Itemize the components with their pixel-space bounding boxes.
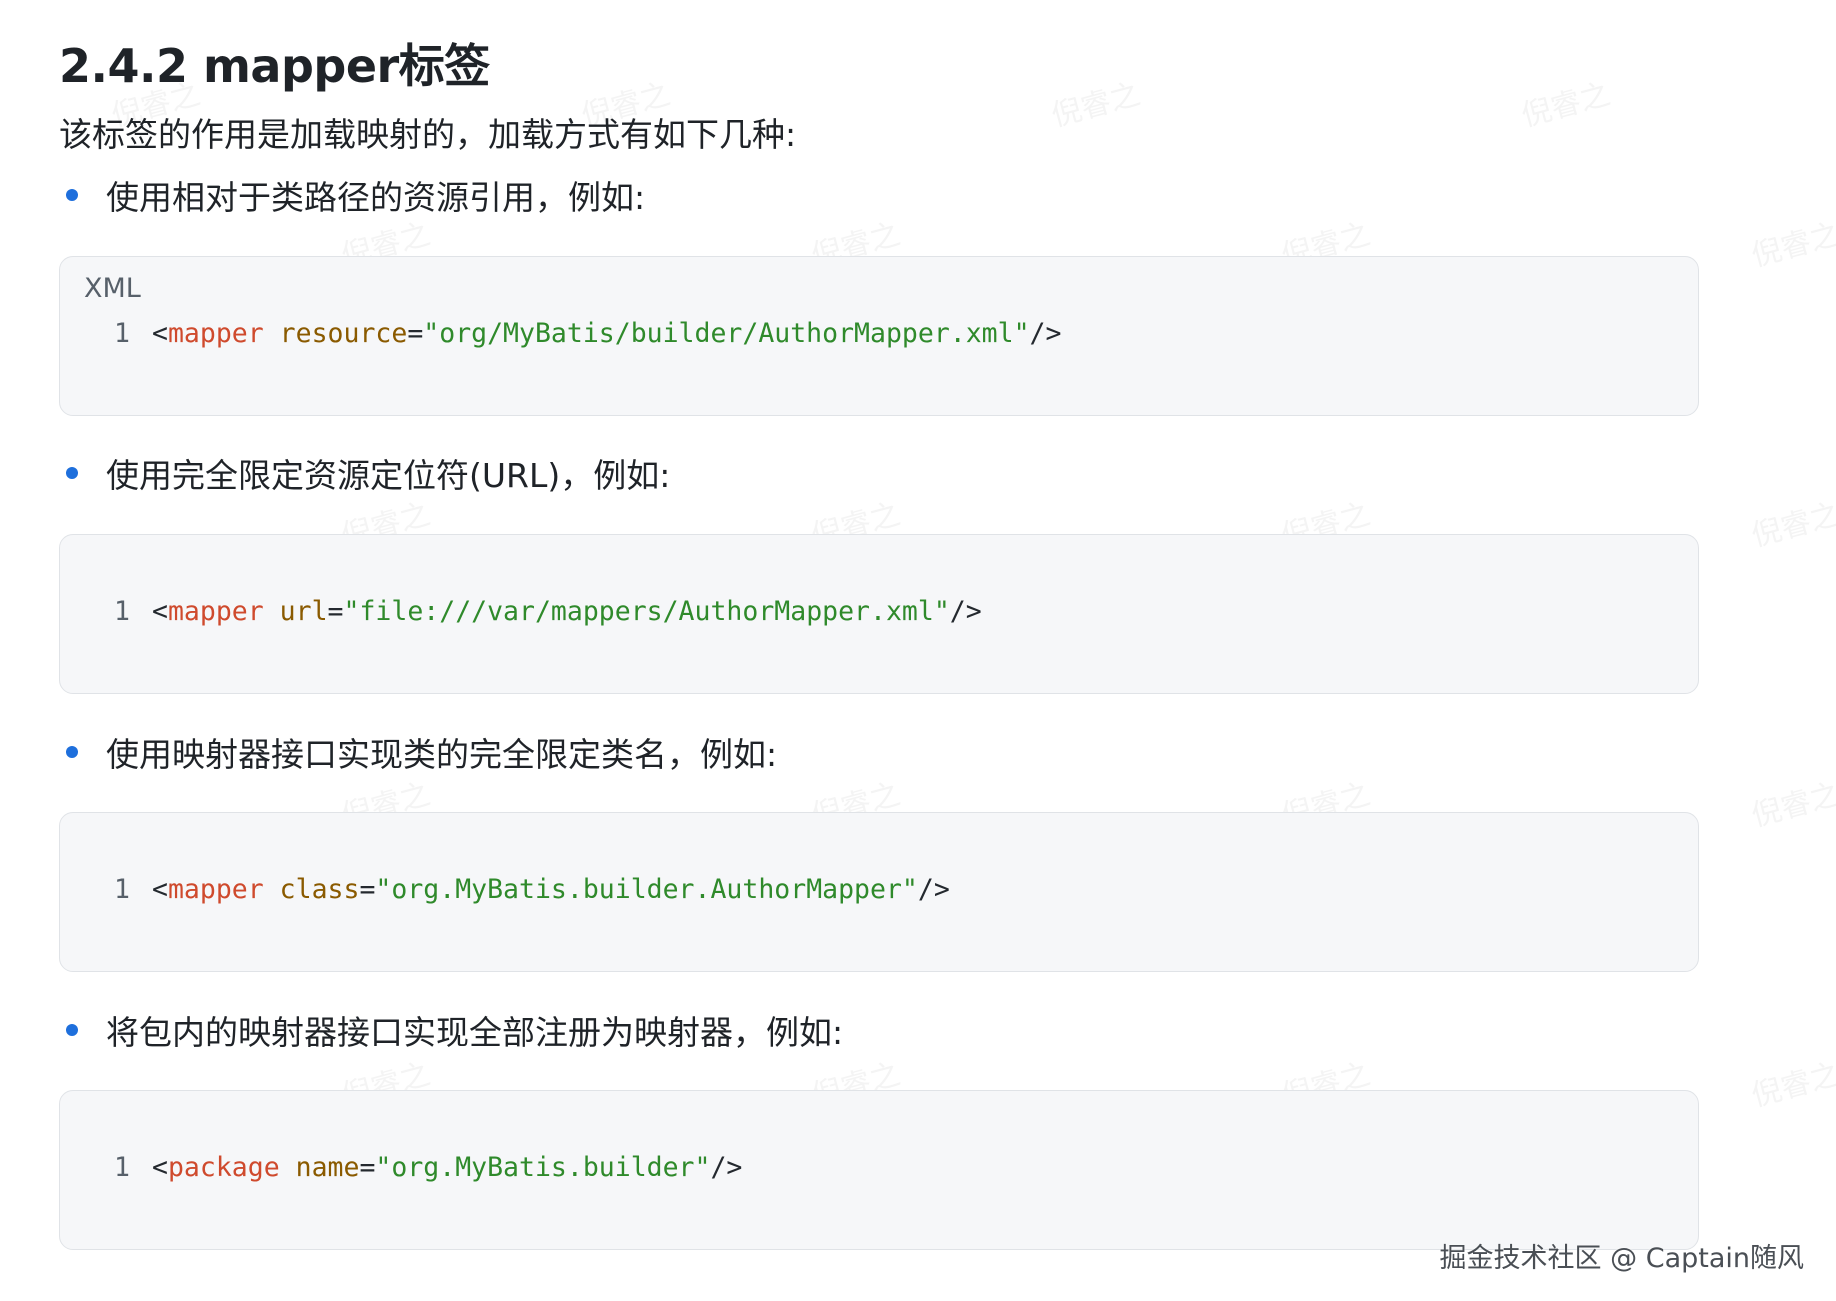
- list-item: 使用映射器接口实现类的完全限定类名，例如:: [59, 727, 777, 777]
- code-string: "org.MyBatis.builder.AuthorMapper": [375, 873, 918, 905]
- source-attribution: 掘金技术社区 @ Captain随风: [1439, 1243, 1804, 1274]
- code-attribute: class: [279, 873, 360, 905]
- bullet-icon: [66, 746, 78, 758]
- list-item: 使用完全限定资源定位符(URL)，例如:: [59, 448, 670, 498]
- code-block[interactable]: XML 1 < mapper resource = "org/MyBatis/build…: [59, 256, 1699, 416]
- watermark-text: 倪睿之: [1747, 1056, 1836, 1114]
- code-punctuation: =: [359, 873, 376, 905]
- watermark-text: 倪睿之: [1517, 76, 1614, 134]
- code-string: "org/MyBatis/builder/AuthorMapper.xml": [423, 317, 1030, 349]
- code-block[interactable]: 1 < mapper url = "file:///var/mappers/Author…: [59, 534, 1699, 694]
- code-punctuation: <: [152, 595, 168, 627]
- code-attribute: name: [295, 1151, 360, 1183]
- list-item-text: 使用相对于类路径的资源引用，例如:: [106, 178, 646, 217]
- list-item-text: 使用映射器接口实现类的完全限定类名，例如:: [106, 735, 778, 774]
- code-punctuation: />: [949, 595, 982, 627]
- code-line: 1 < mapper resource = "org/MyBatis/builder/A…: [60, 313, 1061, 353]
- bullet-icon: [66, 467, 78, 479]
- code-tag: package: [167, 1151, 280, 1183]
- bullet-icon: [66, 189, 78, 201]
- code-line: 1 < mapper class = "org.MyBatis.builder.Auth…: [60, 869, 950, 909]
- code-punctuation: =: [407, 317, 424, 349]
- watermark-text: 倪睿之: [1747, 776, 1836, 834]
- list-item: 将包内的映射器接口实现全部注册为映射器，例如:: [59, 1005, 843, 1055]
- code-language-label: XML: [84, 273, 141, 304]
- code-punctuation: =: [359, 1151, 376, 1183]
- code-tag: mapper: [167, 873, 264, 905]
- code-punctuation: />: [917, 873, 950, 905]
- code-block[interactable]: 1 < mapper class = "org.MyBatis.builder.Auth…: [59, 812, 1699, 972]
- code-block[interactable]: 1 < package name = "org.MyBatis.builder"/>: [59, 1090, 1699, 1250]
- line-number: 1: [114, 595, 130, 627]
- line-number: 1: [114, 873, 130, 905]
- line-number: 1: [114, 317, 130, 349]
- watermark-text: 倪睿之: [1747, 216, 1836, 274]
- code-punctuation: <: [152, 1151, 168, 1183]
- watermark-text: 倪睿之: [1747, 496, 1836, 554]
- line-number: 1: [114, 1151, 130, 1183]
- code-punctuation: <: [152, 873, 168, 905]
- code-tag: mapper: [167, 317, 264, 349]
- intro-paragraph: 该标签的作用是加载映射的，加载方式有如下几种:: [59, 115, 797, 154]
- code-attribute: url: [279, 595, 328, 627]
- code-line: 1 < mapper url = "file:///var/mappers/Author…: [60, 591, 982, 631]
- list-item-text: 使用完全限定资源定位符(URL)，例如:: [106, 456, 671, 495]
- code-punctuation: =: [327, 595, 344, 627]
- section-heading: 2.4.2 mapper标签: [59, 39, 490, 93]
- code-punctuation: <: [152, 317, 168, 349]
- code-string: "org.MyBatis.builder": [375, 1151, 711, 1183]
- list-item: 使用相对于类路径的资源引用，例如:: [59, 170, 645, 220]
- code-line: 1 < package name = "org.MyBatis.builder"/>: [60, 1147, 742, 1187]
- article-content: 倪睿之 倪睿之 倪睿之 倪睿之 倪睿之 倪睿之 倪睿之 倪睿之 倪睿之 倪睿之 倪睿之 倪睿之 倪睿之倪…: [0, 0, 1836, 1301]
- bullet-icon: [66, 1024, 78, 1036]
- code-attribute: resource: [279, 317, 408, 349]
- list-item-text: 将包内的映射器接口实现全部注册为映射器，例如:: [106, 1013, 844, 1052]
- code-punctuation: />: [710, 1151, 743, 1183]
- code-punctuation: />: [1029, 317, 1062, 349]
- watermark-text: 倪睿之: [1047, 76, 1144, 134]
- code-tag: mapper: [167, 595, 264, 627]
- code-string: "file:///var/mappers/AuthorMapper.xml": [343, 595, 950, 627]
